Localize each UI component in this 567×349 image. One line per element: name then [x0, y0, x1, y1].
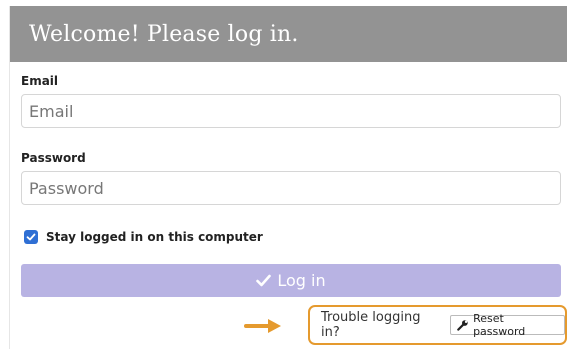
email-field[interactable]: [21, 94, 561, 128]
reset-password-label: Reset password: [473, 312, 526, 338]
trouble-login-box: Trouble logging in? Reset password: [308, 305, 567, 345]
login-button-label: Log in: [277, 271, 326, 290]
remember-me-row[interactable]: Stay logged in on this computer: [24, 230, 263, 244]
login-header: Welcome! Please log in.: [10, 6, 567, 62]
password-field[interactable]: [21, 171, 561, 205]
reset-password-button[interactable]: Reset password: [450, 312, 565, 338]
login-card: Welcome! Please log in. Email Password S…: [9, 6, 567, 349]
remember-checkbox[interactable]: [24, 230, 38, 244]
arrow-right-icon: [244, 319, 281, 333]
email-label: Email: [21, 74, 59, 88]
checkmark-icon: [26, 233, 36, 241]
check-icon: [256, 274, 272, 287]
remember-label: Stay logged in on this computer: [46, 230, 263, 244]
trouble-text: Trouble logging in?: [321, 310, 421, 340]
login-button[interactable]: Log in: [21, 264, 561, 297]
password-label: Password: [21, 151, 86, 165]
page-title: Welcome! Please log in.: [29, 21, 299, 47]
wrench-icon: [457, 320, 468, 331]
